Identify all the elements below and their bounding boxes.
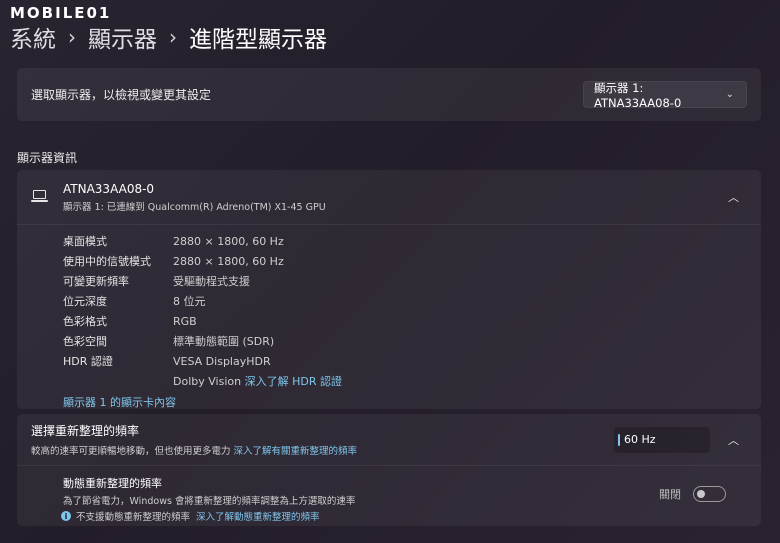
breadcrumb-system[interactable]: 系統	[10, 20, 56, 54]
chevron-right-icon: ›	[169, 25, 177, 49]
toggle-knob	[697, 490, 705, 498]
property-row: 可變更新頻率 受驅動程式支援	[63, 275, 250, 288]
refresh-rate-desc: 較高的速率可更順暢地移動，但也使用更多電力 深入了解有關重新整理的頻率	[31, 446, 358, 457]
refresh-rate-value: 60 Hz	[624, 433, 656, 446]
display-dropdown[interactable]: 顯示器 1: ATNA33AA08-0 ⌄	[583, 80, 747, 110]
dynamic-refresh-toggle[interactable]	[693, 486, 726, 502]
hdr-value-dolby: Dolby Vision	[173, 375, 242, 388]
dynamic-refresh-desc: 為了節省電力，Windows 會將重新整理的頻率調整為上方選取的速率	[63, 496, 356, 507]
chevron-down-icon: ⌄	[725, 89, 734, 100]
display-name: ATNA33AA08-0	[63, 181, 155, 196]
info-icon: i	[61, 511, 71, 521]
display-info-heading: 顯示器資訊	[17, 151, 78, 165]
hdr-value-vesa: VESA DisplayHDR	[173, 355, 271, 368]
refresh-rate-title: 選擇重新整理的頻率	[31, 424, 140, 438]
adapter-properties-link[interactable]: 顯示器 1 的顯示卡內容	[63, 394, 761, 410]
toggle-state-label: 關閉	[659, 488, 681, 501]
select-display-label: 選取顯示器，以檢視或變更其設定	[31, 88, 212, 102]
property-row-hdr: HDR 認證 VESA DisplayHDR Dolby Vision 深入了解…	[63, 352, 761, 392]
dynamic-refresh-learn-more-link[interactable]: 深入了解動態重新整理的頻率	[196, 509, 320, 523]
refresh-rate-learn-more-link[interactable]: 深入了解有關重新整理的頻率	[234, 446, 358, 457]
display-properties: 桌面模式 2880 × 1800, 60 Hz 使用中的信號模式 2880 × …	[17, 225, 761, 410]
dynamic-refresh-title: 動態重新整理的頻率	[63, 477, 162, 490]
refresh-rate-card: 選擇重新整理的頻率 較高的速率可更順暢地移動，但也使用更多電力 深入了解有關重新…	[17, 414, 761, 526]
hdr-learn-more-link[interactable]: 深入了解 HDR 認證	[245, 375, 342, 388]
display-info-card: ATNA33AA08-0 顯示器 1: 已連線到 Qualcomm(R) Adr…	[17, 170, 761, 409]
page-title: 進階型顯示器	[189, 27, 327, 53]
chevron-right-icon: ›	[68, 25, 76, 49]
breadcrumb-display[interactable]: 顯示器	[88, 20, 157, 54]
breadcrumb: 系統 › 顯示器 › 進階型顯示器	[10, 20, 327, 54]
dynamic-refresh-toggle-group: 關閉	[659, 486, 726, 502]
property-row: 使用中的信號模式 2880 × 1800, 60 Hz	[63, 255, 284, 268]
property-row: 桌面模式 2880 × 1800, 60 Hz	[63, 235, 284, 248]
display-subtitle: 顯示器 1: 已連線到 Qualcomm(R) Adreno(TM) X1-45…	[63, 201, 326, 213]
selection-indicator	[618, 433, 620, 446]
refresh-rate-header: 選擇重新整理的頻率 較高的速率可更順暢地移動，但也使用更多電力 深入了解有關重新…	[17, 414, 761, 466]
refresh-rate-dropdown[interactable]: 60 Hz	[614, 426, 710, 453]
property-row: 位元深度 8 位元	[63, 295, 206, 308]
chevron-up-icon[interactable]: ︿	[728, 432, 739, 448]
display-info-header[interactable]: ATNA33AA08-0 顯示器 1: 已連線到 Qualcomm(R) Adr…	[17, 170, 761, 225]
property-row: 色彩格式 RGB	[63, 315, 197, 328]
chevron-up-icon[interactable]: ︿	[728, 189, 739, 205]
display-dropdown-value: 顯示器 1: ATNA33AA08-0	[594, 80, 682, 110]
select-display-card: 選取顯示器，以檢視或變更其設定 顯示器 1: ATNA33AA08-0 ⌄	[17, 68, 761, 121]
property-row: 色彩空間 標準動態範圍 (SDR)	[63, 335, 275, 348]
dynamic-refresh-section: 動態重新整理的頻率 為了節省電力，Windows 會將重新整理的頻率調整為上方選…	[17, 466, 761, 523]
dynamic-refresh-warning: i 不支援動態重新整理的頻率 深入了解動態重新整理的頻率	[61, 509, 747, 523]
laptop-icon	[31, 189, 49, 205]
